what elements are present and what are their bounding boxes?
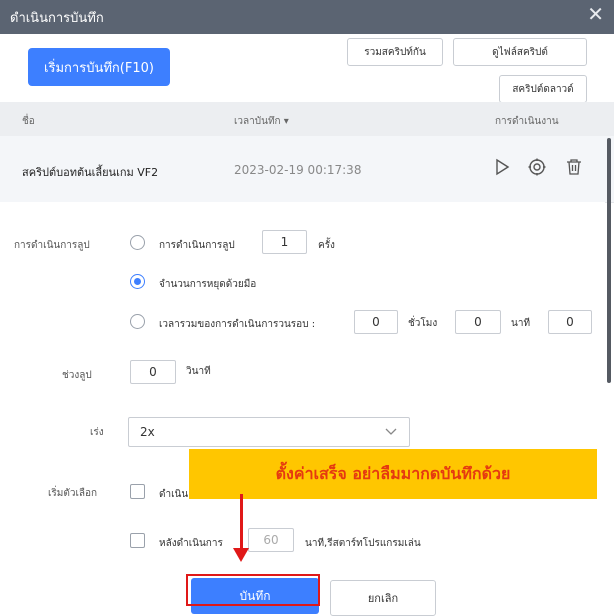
chevron-down-icon: [385, 428, 397, 435]
column-action: การดำเนินงาน: [495, 116, 559, 127]
save-button[interactable]: บันทึก: [191, 578, 319, 614]
column-name: ชื่อ: [22, 116, 35, 127]
scrollbar-thumb[interactable]: [607, 138, 611, 383]
annotation-arrow: [240, 494, 243, 552]
interval-label: ช่วงลูป: [62, 370, 92, 381]
start-option-1-label: ดำเนิน: [159, 489, 189, 500]
window-title: ดำเนินการบันทึก: [10, 11, 104, 26]
loop-label: การดำเนินการลูป: [14, 240, 90, 251]
play-icon[interactable]: [493, 158, 511, 176]
restart-text: นาที,รีสตาร์ทโปรแกรมเล่น: [305, 538, 421, 549]
minutes-unit: นาที: [511, 318, 531, 329]
speed-select[interactable]: 2x: [128, 417, 410, 447]
trash-icon[interactable]: [565, 158, 583, 176]
interval-input[interactable]: 0: [130, 360, 176, 384]
loop-count-radio[interactable]: [130, 235, 145, 250]
table-header: ชื่อ เวลาบันทึก ▾ การดำเนินงาน: [0, 102, 614, 136]
seconds-input[interactable]: 0: [548, 310, 592, 334]
minutes-input[interactable]: 0: [455, 310, 501, 334]
hours-unit: ชั่วโมง: [408, 318, 438, 329]
script-name: สคริปต์บอทต้นเลี้ยนเกม VF2: [22, 166, 159, 179]
close-icon[interactable]: ✕: [587, 4, 604, 24]
speed-value: 2x: [140, 425, 155, 439]
loop-count-option-label: การดำเนินการลูป: [159, 240, 235, 251]
settings-form: การดำเนินการลูป การดำเนินการลูป 1 ครั้ง …: [0, 202, 605, 610]
times-unit: ครั้ง: [318, 240, 335, 251]
interval-unit: วินาที: [186, 366, 211, 377]
merge-scripts-button[interactable]: รวมสคริปท์กัน: [347, 38, 443, 66]
total-time-radio[interactable]: [130, 314, 145, 329]
start-record-button[interactable]: เริ่มการบันทึก(F10): [28, 48, 170, 86]
column-time[interactable]: เวลาบันทึก ▾: [234, 114, 289, 129]
record-time: 2023-02-19 00:17:38: [234, 163, 362, 177]
start-option-1-checkbox[interactable]: [130, 484, 145, 499]
gear-icon[interactable]: [528, 158, 546, 176]
hours-input[interactable]: 0: [354, 310, 398, 334]
annotation-banner: ตั้งค่าเสร็จ อย่าลืมมากดบันทึกด้วย: [189, 449, 597, 499]
manual-stop-option-label: จำนวนการหยุดด้วยมือ: [159, 279, 257, 290]
speed-label: เร่ง: [90, 427, 104, 438]
script-download-button[interactable]: สคริปต์ดลาวด์: [499, 75, 587, 103]
view-script-file-button[interactable]: ดูไฟล์สคริปต์: [453, 38, 587, 66]
loop-count-input[interactable]: 1: [262, 230, 307, 254]
total-time-option-label: เวลารวมของการดำเนินการวนรอบ :: [159, 319, 316, 330]
toolbar: เริ่มการบันทึก(F10) รวมสคริปท์กัน ดูไฟล์…: [0, 34, 614, 103]
arrow-head-icon: [233, 548, 249, 562]
cancel-button[interactable]: ยกเลิก: [330, 580, 436, 616]
manual-stop-radio[interactable]: [130, 274, 145, 289]
start-option-label: เริ่มตัวเลือก: [48, 488, 98, 499]
restart-minutes-input[interactable]: 60: [248, 528, 294, 552]
start-option-2-checkbox[interactable]: [130, 533, 145, 548]
table-row[interactable]: สคริปต์บอทต้นเลี้ยนเกม VF2 2023-02-19 00…: [0, 136, 614, 203]
title-bar: ดำเนินการบันทึก ✕: [0, 0, 614, 34]
start-option-2-label: หลังดำเนินการ: [159, 538, 223, 549]
